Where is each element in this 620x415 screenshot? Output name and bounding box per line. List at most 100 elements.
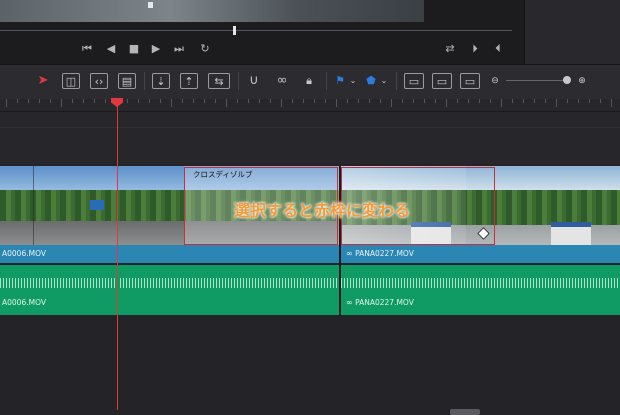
go-to-start-icon[interactable]: ⏮ bbox=[80, 43, 94, 55]
marker-icon[interactable]: ⬟ bbox=[366, 73, 376, 89]
ruler-tick bbox=[534, 99, 535, 103]
playhead-line[interactable] bbox=[117, 104, 118, 410]
dynamic-trim-icon[interactable]: ‹› bbox=[90, 73, 108, 89]
ruler-tick bbox=[292, 99, 293, 103]
ruler-tick bbox=[182, 99, 183, 103]
ruler-tick bbox=[402, 99, 403, 103]
link-icon: ∞ bbox=[346, 298, 353, 307]
ruler-tick bbox=[105, 99, 106, 103]
ruler-tick bbox=[413, 99, 414, 103]
insert-icon[interactable]: ⇣ bbox=[152, 73, 170, 89]
viewer-scrubber[interactable] bbox=[0, 30, 512, 31]
ruler-tick bbox=[446, 99, 447, 107]
ruler-tick bbox=[424, 99, 425, 103]
ruler-tick bbox=[303, 99, 304, 103]
arrow-select-icon[interactable]: ➤ bbox=[36, 73, 50, 89]
ruler-tick bbox=[6, 99, 7, 107]
ruler-tick bbox=[160, 99, 161, 103]
ruler-tick bbox=[28, 99, 29, 103]
video-clip-name: A0006.MOV bbox=[2, 249, 46, 258]
go-to-end-icon[interactable]: ⏭ bbox=[172, 43, 186, 55]
ruler-tick bbox=[94, 99, 95, 103]
blade-icon[interactable]: ▤ bbox=[118, 73, 136, 89]
loop-icon[interactable]: ↻ bbox=[198, 43, 212, 55]
ruler-tick bbox=[281, 99, 282, 107]
ruler-tick bbox=[600, 99, 601, 103]
audio-waveform bbox=[341, 278, 620, 288]
ruler-tick bbox=[138, 99, 139, 103]
lock-icon[interactable]: 🔒︎ bbox=[302, 73, 316, 89]
flag-icon[interactable]: ⚑ bbox=[335, 73, 345, 89]
match-frame-icon[interactable]: ⇄ bbox=[443, 43, 457, 55]
audio-clip-name: PANA0227.MOV bbox=[355, 298, 414, 307]
ruler-tick bbox=[512, 99, 513, 103]
ruler-tick bbox=[457, 99, 458, 103]
flag-dropdown-chevron-down-icon[interactable]: ⌄ bbox=[348, 73, 358, 89]
horizontal-scrollbar[interactable] bbox=[450, 409, 480, 415]
ruler-tick bbox=[204, 99, 205, 103]
ruler-tick bbox=[17, 99, 18, 103]
ruler-tick bbox=[347, 99, 348, 103]
video-clip-name-bar-2[interactable]: ∞ PANA0227.MOV bbox=[341, 245, 620, 263]
overwrite-icon[interactable]: ⇡ bbox=[180, 73, 198, 89]
link-icon[interactable]: ∞ bbox=[274, 73, 290, 89]
zoom-full-icon[interactable]: ▭ bbox=[404, 73, 424, 89]
track-divider bbox=[0, 127, 620, 128]
ruler-tick bbox=[479, 99, 480, 103]
ruler-tick bbox=[83, 99, 84, 103]
ruler-tick bbox=[127, 99, 128, 103]
stop-icon[interactable]: ■ bbox=[127, 43, 141, 55]
ruler-tick bbox=[248, 99, 249, 103]
play-reverse-icon[interactable]: ◀ bbox=[104, 43, 118, 55]
ruler-tick bbox=[193, 99, 194, 103]
viewer-scrub-head[interactable] bbox=[233, 26, 236, 35]
edit-point[interactable] bbox=[339, 166, 341, 316]
zoom-custom-icon[interactable]: ▭ bbox=[460, 73, 480, 89]
toolbar-divider bbox=[238, 72, 239, 90]
ruler-tick bbox=[226, 99, 227, 107]
ruler-tick bbox=[149, 99, 150, 103]
trim-icon[interactable]: ◫ bbox=[62, 73, 80, 89]
zoom-slider[interactable] bbox=[506, 80, 568, 81]
ruler-tick bbox=[369, 99, 370, 103]
ruler-tick bbox=[215, 99, 216, 103]
ruler-tick bbox=[336, 99, 337, 107]
ruler-tick bbox=[611, 99, 612, 107]
annotation-text: 選択すると赤枠に変わる bbox=[234, 201, 411, 220]
ruler-tick bbox=[72, 99, 73, 103]
replace-icon[interactable]: ⇆ bbox=[208, 73, 230, 89]
zoom-out-icon[interactable]: ⊖ bbox=[489, 73, 501, 89]
ruler-tick bbox=[567, 99, 568, 103]
ruler-tick bbox=[325, 99, 326, 103]
snap-icon[interactable]: ∪ bbox=[246, 73, 262, 89]
ruler-tick bbox=[435, 99, 436, 103]
marker-dropdown-chevron-down-icon[interactable]: ⌄ bbox=[379, 73, 389, 89]
audio-clip-name: A0006.MOV bbox=[2, 298, 46, 307]
timeline-ruler[interactable] bbox=[0, 99, 620, 112]
ruler-tick bbox=[270, 99, 271, 103]
video-clip-name-bar-1[interactable]: A0006.MOV bbox=[0, 245, 339, 263]
ruler-tick bbox=[578, 99, 579, 103]
zoom-detail-icon[interactable]: ▭ bbox=[432, 73, 452, 89]
audio-track-1[interactable] bbox=[0, 265, 620, 315]
play-icon[interactable]: ▶ bbox=[149, 43, 163, 55]
viewer-frame bbox=[0, 0, 424, 22]
ruler-tick bbox=[39, 99, 40, 103]
toolbar-divider bbox=[396, 72, 397, 90]
ruler-tick bbox=[468, 99, 469, 103]
toolbar-divider bbox=[144, 72, 145, 90]
audio-waveform bbox=[0, 278, 339, 288]
audio-clip-label: ∞ PANA0227.MOV bbox=[346, 298, 414, 307]
ruler-tick bbox=[523, 99, 524, 103]
next-edit-icon[interactable]: ⏵ bbox=[468, 43, 482, 55]
ruler-tick bbox=[237, 99, 238, 103]
zoom-in-icon[interactable]: ⊕ bbox=[576, 73, 588, 89]
zoom-slider-handle[interactable] bbox=[563, 76, 571, 84]
ruler-tick bbox=[380, 99, 381, 103]
toolbar-divider bbox=[326, 72, 327, 90]
ruler-tick bbox=[556, 99, 557, 107]
prev-edit-icon[interactable]: ⏴ bbox=[491, 43, 505, 55]
ruler-tick bbox=[501, 99, 502, 107]
timeline-empty-area bbox=[0, 316, 620, 415]
ruler-tick bbox=[589, 99, 590, 103]
